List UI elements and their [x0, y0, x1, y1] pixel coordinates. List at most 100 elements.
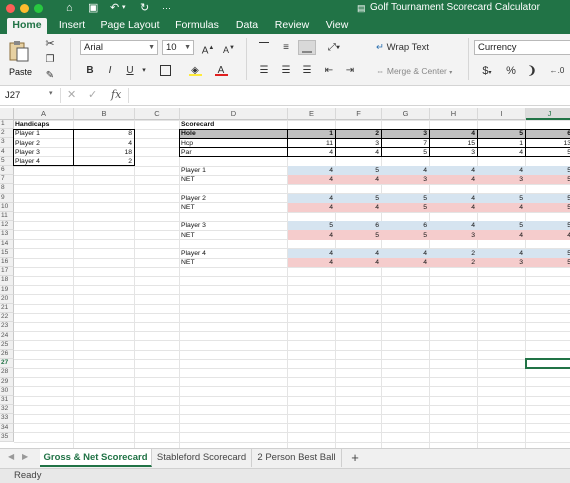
row-header-4[interactable]: 4 [0, 147, 14, 157]
name-box[interactable]: J27 [3, 89, 55, 103]
insert-function-icon[interactable]: fx [111, 88, 121, 101]
net-score[interactable]: 5 [383, 203, 429, 212]
column-header-d[interactable]: D [180, 108, 288, 120]
row-header-34[interactable]: 34 [0, 423, 14, 433]
add-sheet-button[interactable]: + [342, 449, 368, 467]
gross-score[interactable]: 4 [383, 249, 429, 258]
underline-dropdown-icon[interactable]: ▾ [140, 63, 148, 78]
tab-home[interactable]: Home [7, 18, 47, 34]
minimize-window-button[interactable] [20, 4, 29, 13]
row-header-32[interactable]: 32 [0, 405, 14, 415]
row-header-7[interactable]: 7 [0, 175, 14, 185]
net-score[interactable]: 4 [383, 258, 429, 267]
cut-icon[interactable]: ✂ [43, 36, 57, 50]
row-header-10[interactable]: 10 [0, 202, 14, 212]
net-score[interactable]: 4 [289, 203, 335, 212]
net-score[interactable]: 4 [479, 203, 525, 212]
row-header-21[interactable]: 21 [0, 304, 14, 314]
undo-dropdown-icon[interactable]: ▾ [122, 1, 126, 15]
sheet-tab-stableford[interactable]: Stableford Scorecard [152, 449, 252, 467]
gross-score[interactable]: 4 [337, 249, 381, 258]
row-header-25[interactable]: 25 [0, 340, 14, 350]
next-sheet-icon[interactable]: ▶ [22, 452, 28, 461]
scorecard-net-label[interactable]: NET [181, 231, 287, 240]
gross-score[interactable]: 5 [479, 221, 525, 230]
align-right-button[interactable]: ☰ [298, 63, 316, 78]
wrap-text-button[interactable]: ↵ Wrap Text [375, 40, 439, 55]
row-header-23[interactable]: 23 [0, 322, 14, 332]
net-score[interactable]: 4 [431, 175, 477, 184]
scorecard-net-label[interactable]: NET [181, 258, 287, 267]
gross-score[interactable]: 6 [383, 221, 429, 230]
active-cell[interactable] [525, 358, 570, 370]
row-header-18[interactable]: 18 [0, 276, 14, 286]
gross-score[interactable]: 5 [527, 194, 570, 203]
net-score[interactable]: 4 [289, 175, 335, 184]
tab-review[interactable]: Review [271, 18, 313, 34]
align-left-button[interactable]: ☰ [255, 63, 273, 78]
row-header-14[interactable]: 14 [0, 239, 14, 249]
net-score[interactable]: 2 [431, 258, 477, 267]
format-painter-icon[interactable]: ✎ [43, 68, 57, 82]
underline-button[interactable]: U [122, 63, 138, 78]
formula-input[interactable] [134, 89, 564, 103]
gross-score[interactable]: 5 [527, 166, 570, 175]
row-header-30[interactable]: 30 [0, 386, 14, 396]
net-score[interactable]: 4 [431, 203, 477, 212]
row-header-19[interactable]: 19 [0, 285, 14, 295]
net-score[interactable]: 4 [527, 231, 570, 240]
italic-button[interactable]: I [102, 63, 118, 78]
gross-score[interactable]: 4 [289, 166, 335, 175]
scorecard-net-label[interactable]: NET [181, 203, 287, 212]
column-header-i[interactable]: I [478, 108, 526, 120]
gross-score[interactable]: 5 [479, 194, 525, 203]
previous-sheet-icon[interactable]: ◀ [8, 452, 14, 461]
save-icon[interactable]: ▣ [88, 1, 98, 15]
column-header-g[interactable]: G [382, 108, 430, 120]
row-header-6[interactable]: 6 [0, 166, 14, 176]
row-header-20[interactable]: 20 [0, 294, 14, 304]
column-header-f[interactable]: F [336, 108, 382, 120]
gross-score[interactable]: 5 [289, 221, 335, 230]
tab-view[interactable]: View [321, 18, 353, 34]
align-top-button[interactable]: ⎺ [255, 40, 273, 55]
net-score[interactable]: 3 [431, 231, 477, 240]
net-score[interactable]: 4 [479, 231, 525, 240]
row-header-33[interactable]: 33 [0, 414, 14, 424]
sheet-tab-best-ball[interactable]: 2 Person Best Ball [252, 449, 342, 467]
column-header-a[interactable]: A [14, 108, 74, 120]
gross-score[interactable]: 5 [337, 194, 381, 203]
close-window-button[interactable] [6, 4, 15, 13]
net-score[interactable]: 4 [337, 175, 381, 184]
increase-font-size-button[interactable]: A▲ [199, 40, 217, 56]
net-score[interactable]: 4 [289, 258, 335, 267]
net-score[interactable]: 5 [527, 175, 570, 184]
gross-score[interactable]: 4 [431, 194, 477, 203]
net-score[interactable]: 3 [479, 258, 525, 267]
row-header-8[interactable]: 8 [0, 184, 14, 194]
font-color-button[interactable]: A [211, 63, 231, 78]
row-header-16[interactable]: 16 [0, 258, 14, 268]
bold-button[interactable]: B [82, 63, 98, 78]
row-header-28[interactable]: 28 [0, 368, 14, 378]
column-header-h[interactable]: H [430, 108, 478, 120]
gross-score[interactable]: 4 [479, 249, 525, 258]
home-icon[interactable]: ⌂ [66, 1, 73, 15]
column-header-j[interactable]: J [526, 108, 570, 120]
comma-style-button[interactable]: ❩ [524, 63, 540, 78]
select-all-corner[interactable] [0, 108, 14, 120]
copy-icon[interactable]: ❐ [43, 52, 57, 66]
gross-score[interactable]: 4 [479, 166, 525, 175]
percent-style-button[interactable]: % [503, 63, 519, 78]
tab-insert[interactable]: Insert [53, 18, 91, 34]
row-header-31[interactable]: 31 [0, 396, 14, 406]
row-header-15[interactable]: 15 [0, 248, 14, 258]
row-header-11[interactable]: 11 [0, 212, 14, 222]
column-header-b[interactable]: B [74, 108, 135, 120]
net-score[interactable]: 4 [337, 258, 381, 267]
borders-button[interactable] [155, 63, 175, 78]
gross-score[interactable]: 4 [431, 166, 477, 175]
decrease-indent-button[interactable]: ⇤ [320, 63, 338, 78]
decrease-font-size-button[interactable]: A▼ [220, 40, 238, 55]
scorecard-player-name[interactable]: Player 1 [181, 166, 287, 175]
